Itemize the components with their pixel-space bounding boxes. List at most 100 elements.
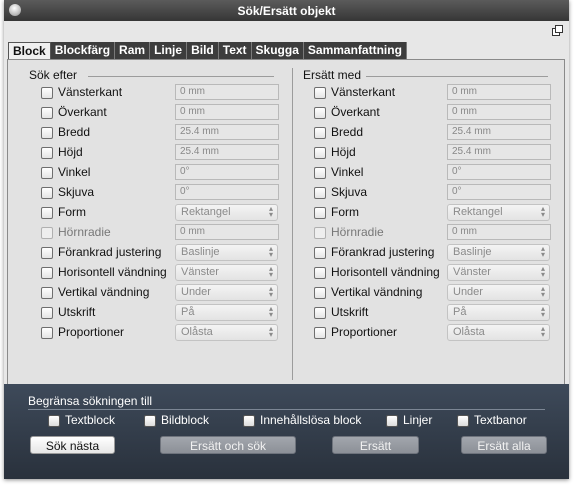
- bildblock-label: Bildblock: [161, 413, 210, 427]
- search-form-select-value: Rektangel: [181, 206, 231, 218]
- replace-vertikal-vandning-checkbox[interactable]: [314, 287, 326, 299]
- search-hornradie-field[interactable]: 0 mm: [175, 224, 279, 240]
- block-panel: Sök efter Vänsterkant 0 mm Överkant 0 mm Bre…: [7, 59, 565, 387]
- replace-hojd-field[interactable]: 25.4 mm: [447, 144, 551, 160]
- replace-section-line: [366, 76, 548, 77]
- replace-bredd-field[interactable]: 25.4 mm: [447, 124, 551, 140]
- search-vansterkant-field[interactable]: 0 mm: [175, 84, 279, 100]
- replace-vansterkant-checkbox[interactable]: [314, 87, 326, 99]
- search-vinkel-field[interactable]: 0°: [175, 164, 279, 180]
- search-vansterkant-label: Vänsterkant: [58, 85, 123, 99]
- tab-blockfarg[interactable]: Blockfärg: [50, 42, 116, 59]
- limit-line: [28, 409, 545, 410]
- search-hornradie-checkbox[interactable]: [41, 227, 53, 239]
- search-vertikal-vandning-label: Vertikal vändning: [58, 285, 150, 299]
- search-overkant-checkbox[interactable]: [41, 107, 53, 119]
- replace-forankrad-justering-label: Förankrad justering: [331, 245, 435, 259]
- replace-hornradie-checkbox[interactable]: [314, 227, 326, 239]
- tab-skugga[interactable]: Skugga: [251, 42, 304, 59]
- updown-arrows-icon: ▴ ▾: [540, 284, 545, 299]
- lines-checkbox[interactable]: [386, 415, 398, 427]
- replace-utskrift-label: Utskrift: [331, 305, 369, 319]
- search-skjuva-label: Skjuva: [58, 185, 95, 199]
- search-overkant-label: Överkant: [58, 105, 107, 119]
- replace-vertikal-vandning-select-value: Under: [453, 286, 483, 298]
- search-form-select[interactable]: Rektangel ▴ ▾: [175, 204, 278, 221]
- find-next-button[interactable]: Sök nästa: [30, 436, 115, 454]
- bildblock-checkbox[interactable]: [144, 415, 156, 427]
- replace-forankrad-justering-select-value: Baslinje: [453, 246, 492, 258]
- search-horisontell-vandning-select[interactable]: Vänster ▴ ▾: [175, 264, 278, 281]
- replace-proportioner-select[interactable]: Olåsta ▴ ▾: [447, 324, 550, 341]
- search-vinkel-checkbox[interactable]: [41, 167, 53, 179]
- search-hojd-checkbox[interactable]: [41, 147, 53, 159]
- replace-section-title: Ersätt med: [303, 68, 362, 82]
- updown-arrows-icon: ▴ ▾: [268, 324, 273, 339]
- replace-horisontell-vandning-select[interactable]: Vänster ▴ ▾: [447, 264, 550, 281]
- empty-block-checkbox[interactable]: [243, 415, 255, 427]
- replace-proportioner-select-value: Olåsta: [453, 326, 485, 338]
- search-overkant-field[interactable]: 0 mm: [175, 104, 279, 120]
- tab-sammanfattning[interactable]: Sammanfattning: [303, 42, 407, 59]
- search-vertikal-vandning-checkbox[interactable]: [41, 287, 53, 299]
- search-vansterkant-checkbox[interactable]: [41, 87, 53, 99]
- replace-utskrift-checkbox[interactable]: [314, 307, 326, 319]
- textblock-checkbox[interactable]: [48, 415, 60, 427]
- search-vinkel-label: Vinkel: [58, 165, 91, 179]
- replace-skjuva-checkbox[interactable]: [314, 187, 326, 199]
- empty-block-label: Innehållslösa block: [260, 413, 362, 427]
- replace-form-label: Form: [331, 205, 359, 219]
- replace-button[interactable]: Ersätt: [332, 436, 419, 454]
- search-form-checkbox[interactable]: [41, 207, 53, 219]
- search-utskrift-select[interactable]: På ▴ ▾: [175, 304, 278, 321]
- collapse-icon[interactable]: [552, 25, 563, 36]
- replace-skjuva-field[interactable]: 0°: [447, 184, 551, 200]
- replace-overkant-checkbox[interactable]: [314, 107, 326, 119]
- updown-arrows-icon: ▴ ▾: [540, 244, 545, 259]
- replace-hornradie-field[interactable]: 0 mm: [447, 224, 551, 240]
- replace-vinkel-field[interactable]: 0°: [447, 164, 551, 180]
- search-forankrad-justering-checkbox[interactable]: [41, 247, 53, 259]
- replace-horisontell-vandning-checkbox[interactable]: [314, 267, 326, 279]
- search-bredd-checkbox[interactable]: [41, 127, 53, 139]
- search-vertikal-vandning-select[interactable]: Under ▴ ▾: [175, 284, 278, 301]
- tab-linje[interactable]: Linje: [150, 42, 188, 59]
- replace-overkant-field[interactable]: 0 mm: [447, 104, 551, 120]
- replace-form-select-value: Rektangel: [453, 206, 503, 218]
- replace-bredd-checkbox[interactable]: [314, 127, 326, 139]
- search-skjuva-field[interactable]: 0°: [175, 184, 279, 200]
- replace-proportioner-checkbox[interactable]: [314, 327, 326, 339]
- replace-form-select[interactable]: Rektangel ▴ ▾: [447, 204, 550, 221]
- limit-title: Begränsa sökningen till: [28, 394, 153, 408]
- tab-ram[interactable]: Ram: [115, 42, 151, 59]
- search-proportioner-select[interactable]: Olåsta ▴ ▾: [175, 324, 278, 341]
- replace-utskrift-select[interactable]: På ▴ ▾: [447, 304, 550, 321]
- tab-text[interactable]: Text: [218, 42, 252, 59]
- search-proportioner-checkbox[interactable]: [41, 327, 53, 339]
- replace-vertikal-vandning-label: Vertikal vändning: [331, 285, 423, 299]
- search-utskrift-checkbox[interactable]: [41, 307, 53, 319]
- title-bar[interactable]: Sök/Ersätt objekt: [4, 0, 569, 21]
- replace-forankrad-justering-checkbox[interactable]: [314, 247, 326, 259]
- replace-form-checkbox[interactable]: [314, 207, 326, 219]
- search-hojd-field[interactable]: 25.4 mm: [175, 144, 279, 160]
- replace-forankrad-justering-select[interactable]: Baslinje ▴ ▾: [447, 244, 550, 261]
- replace-and-find-button[interactable]: Ersätt och sök: [160, 436, 296, 454]
- replace-hojd-checkbox[interactable]: [314, 147, 326, 159]
- textpaths-checkbox[interactable]: [457, 415, 469, 427]
- search-skjuva-checkbox[interactable]: [41, 187, 53, 199]
- search-horisontell-vandning-checkbox[interactable]: [41, 267, 53, 279]
- tab-block[interactable]: Block: [8, 42, 51, 59]
- replace-vansterkant-field[interactable]: 0 mm: [447, 84, 551, 100]
- replace-vertikal-vandning-select[interactable]: Under ▴ ▾: [447, 284, 550, 301]
- search-forankrad-justering-select[interactable]: Baslinje ▴ ▾: [175, 244, 278, 261]
- replace-vinkel-checkbox[interactable]: [314, 167, 326, 179]
- replace-all-button[interactable]: Ersätt alla: [461, 436, 547, 454]
- search-horisontell-vandning-label: Horisontell vändning: [58, 265, 167, 279]
- search-bredd-field[interactable]: 25.4 mm: [175, 124, 279, 140]
- search-vertikal-vandning-select-value: Under: [181, 286, 211, 298]
- search-forankrad-justering-label: Förankrad justering: [58, 245, 162, 259]
- tab-bild[interactable]: Bild: [187, 42, 219, 59]
- replace-horisontell-vandning-select-value: Vänster: [453, 266, 491, 278]
- replace-proportioner-label: Proportioner: [331, 325, 398, 339]
